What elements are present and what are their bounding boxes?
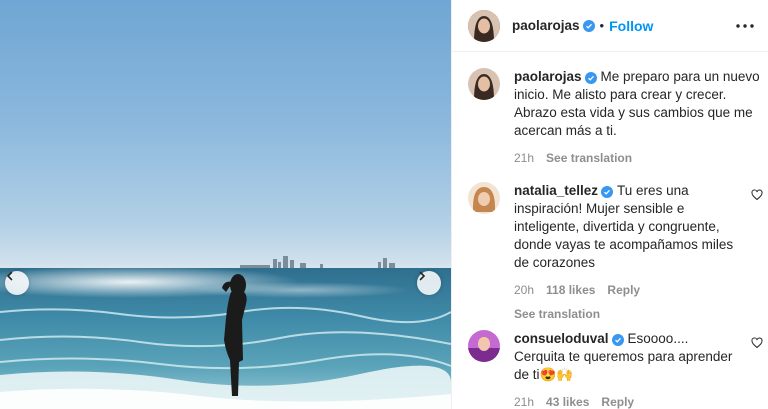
comment-username[interactable]: natalia_tellez (514, 183, 598, 198)
comment-meta: 20h 118 likes Reply (514, 281, 737, 299)
see-translation-link[interactable]: See translation (514, 305, 737, 323)
like-comment-button[interactable] (751, 336, 763, 354)
avatar[interactable] (468, 182, 500, 214)
like-comment-button[interactable] (751, 188, 763, 206)
caption: paolarojas Me preparo para un nuevo inici… (468, 68, 763, 167)
comment-text-block: natalia_tellez Tu eres una inspiración! M… (514, 182, 737, 272)
see-translation-link[interactable]: See translation (546, 149, 632, 167)
comment-likes[interactable]: 43 likes (546, 393, 589, 409)
avatar-image (468, 182, 500, 214)
chevron-right-icon (419, 271, 426, 281)
avatar[interactable] (468, 330, 500, 362)
verified-badge-icon (582, 19, 595, 32)
avatar-image (468, 9, 500, 42)
comment-time[interactable]: 21h (514, 393, 534, 409)
verified-badge-icon (584, 72, 597, 84)
heart-icon (751, 189, 763, 201)
avatar[interactable] (468, 68, 500, 100)
comment-username[interactable]: paolarojas (514, 69, 582, 84)
verified-badge-icon (601, 186, 614, 198)
separator-dot: • (599, 18, 605, 33)
follow-button[interactable]: Follow (609, 18, 653, 34)
more-horizontal-icon (736, 23, 754, 28)
comment-meta: 21h 43 likes Reply (514, 393, 737, 409)
comment-time[interactable]: 21h (514, 149, 534, 167)
comment-text-block: consueloduval Esoooo.... Cerquita te quer… (514, 330, 737, 384)
chevron-left-icon (6, 271, 13, 281)
avatar[interactable] (468, 9, 500, 42)
beach-scene (0, 256, 451, 409)
comment-meta: 21h See translation (514, 149, 763, 167)
comment-username[interactable]: consueloduval (514, 331, 609, 346)
post-sidebar: paolarojas • Follow paolarojas Me preparo… (451, 0, 768, 409)
avatar-image (468, 330, 500, 362)
reply-button[interactable]: Reply (607, 281, 640, 299)
comment-item: consueloduval Esoooo.... Cerquita te quer… (468, 330, 763, 409)
previous-photo-button[interactable] (5, 271, 29, 295)
comment-item: natalia_tellez Tu eres una inspiración! M… (468, 182, 763, 323)
heart-icon (751, 337, 763, 349)
post-header: paolarojas • Follow (452, 0, 768, 52)
more-options-button[interactable] (736, 23, 754, 28)
next-photo-button[interactable] (417, 271, 441, 295)
post-author-username[interactable]: paolarojas (512, 18, 580, 33)
post-photo (0, 0, 451, 409)
verified-badge-icon (611, 334, 624, 346)
comment-time[interactable]: 20h (514, 281, 534, 299)
comment-likes[interactable]: 118 likes (546, 281, 595, 299)
caption-text-block: paolarojas Me preparo para un nuevo inici… (514, 68, 763, 140)
skyline (240, 256, 395, 269)
avatar-image (468, 68, 500, 100)
reply-button[interactable]: Reply (601, 393, 634, 409)
